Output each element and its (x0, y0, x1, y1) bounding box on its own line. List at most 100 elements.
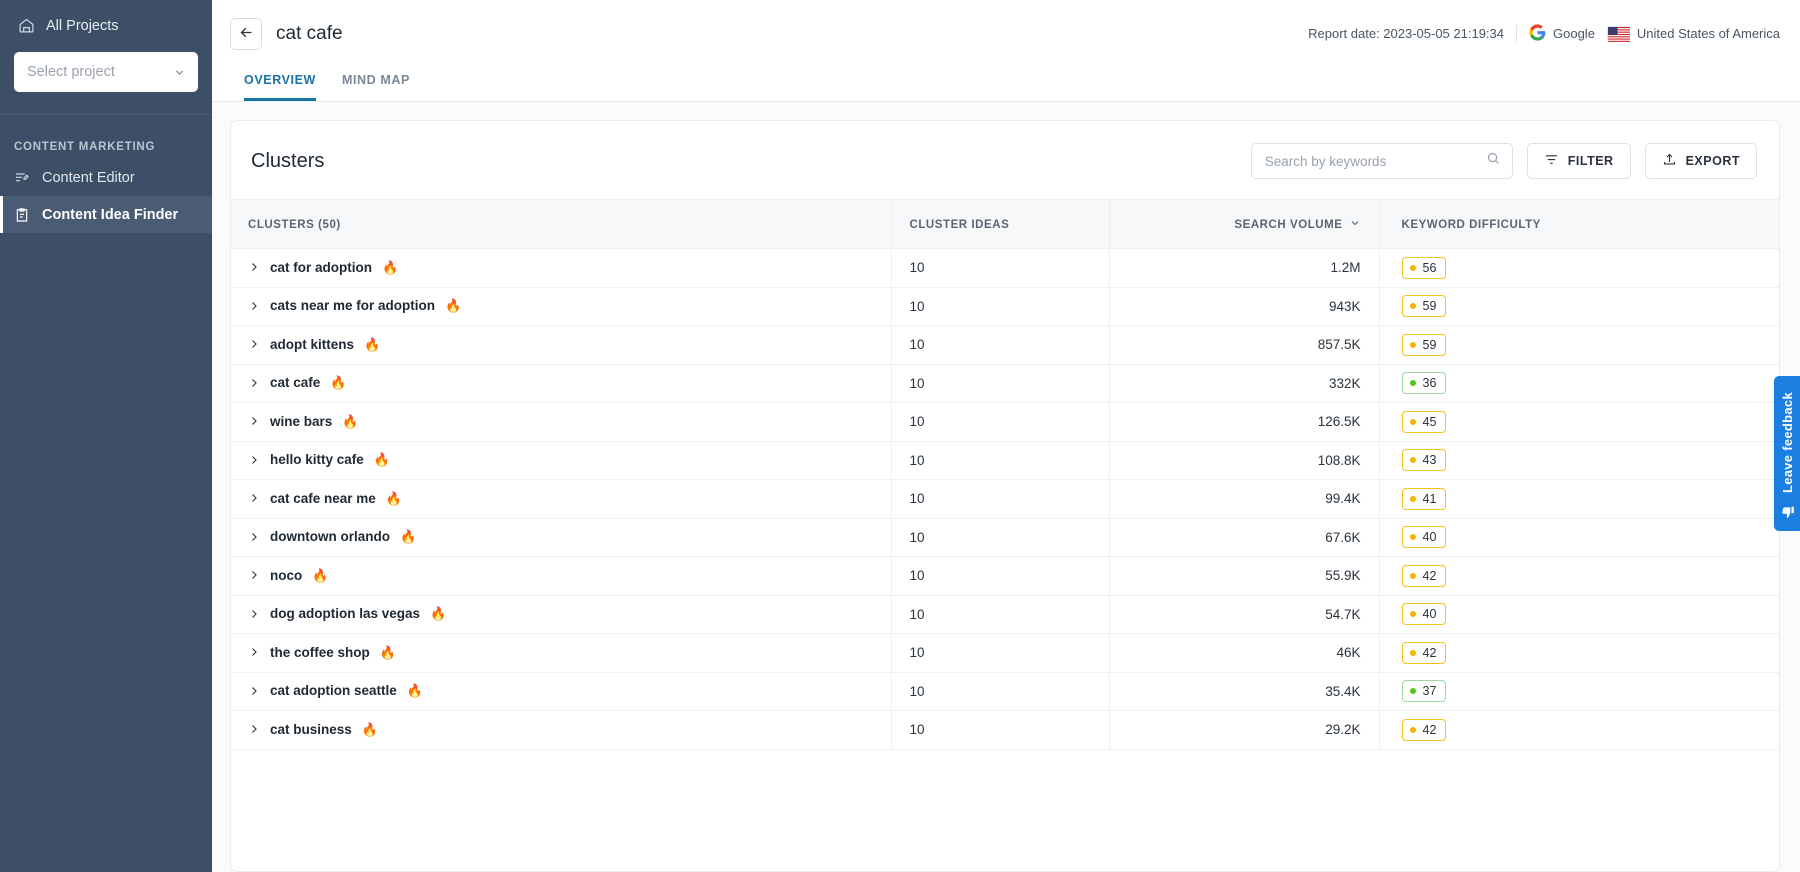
back-button[interactable] (230, 18, 262, 50)
table-row[interactable]: cat cafe near me🔥1099.4K41 (231, 480, 1779, 519)
expand-row-icon[interactable] (248, 492, 260, 504)
expand-row-icon[interactable] (248, 608, 260, 620)
sidebar-item-label: Content Editor (42, 170, 135, 186)
project-select-placeholder: Select project (27, 64, 115, 80)
cell-search-volume: 857.5K (1109, 326, 1379, 365)
cell-keyword-difficulty: 37 (1379, 672, 1779, 711)
sidebar-item-content-idea-finder[interactable]: Content Idea Finder (0, 196, 212, 233)
cell-cluster-ideas: 10 (891, 518, 1109, 557)
kd-badge: 59 (1402, 334, 1447, 356)
export-icon (1662, 152, 1677, 170)
filter-button[interactable]: FILTER (1527, 143, 1631, 179)
divider (1516, 25, 1517, 42)
sidebar-all-projects[interactable]: All Projects (14, 14, 198, 37)
cell-cluster-ideas: 10 (891, 711, 1109, 750)
table-row[interactable]: wine bars🔥10126.5K45 (231, 403, 1779, 442)
leave-feedback-tab[interactable]: Leave feedback (1774, 376, 1800, 531)
trending-icon: 🔥 (400, 530, 416, 543)
top-bar-meta: Report date: 2023-05-05 21:19:34 Google (1308, 24, 1780, 44)
expand-row-icon[interactable] (248, 569, 260, 581)
app-root: All Projects Select project CONTENT MARK… (0, 0, 1800, 872)
cluster-name: cat business (270, 722, 352, 737)
expand-row-icon[interactable] (248, 261, 260, 273)
expand-row-icon[interactable] (248, 723, 260, 735)
expand-row-icon[interactable] (248, 415, 260, 427)
cell-cluster: cat cafe🔥 (231, 364, 891, 403)
table-row[interactable]: adopt kittens🔥10857.5K59 (231, 326, 1779, 365)
kd-value: 40 (1423, 530, 1437, 544)
idea-finder-icon (14, 207, 30, 223)
cell-cluster-ideas: 10 (891, 595, 1109, 634)
cell-search-volume: 126.5K (1109, 403, 1379, 442)
kd-value: 59 (1423, 338, 1437, 352)
tab-mind-map[interactable]: MIND MAP (342, 67, 410, 101)
kd-dot-icon (1410, 611, 1416, 617)
export-label: EXPORT (1686, 154, 1740, 168)
table-row[interactable]: cat for adoption🔥101.2M56 (231, 249, 1779, 288)
cell-cluster: cat for adoption 🔥 (231, 249, 891, 288)
kd-value: 42 (1423, 723, 1437, 737)
kd-value: 56 (1423, 261, 1437, 275)
trending-icon: 🔥 (382, 261, 398, 274)
cell-cluster: hello kitty cafe🔥 (231, 441, 891, 480)
expand-row-icon[interactable] (248, 454, 260, 466)
sidebar-item-content-editor[interactable]: Content Editor (0, 159, 212, 196)
tab-bar: OVERVIEW MIND MAP (230, 67, 1780, 101)
cell-search-volume: 99.4K (1109, 480, 1379, 519)
cell-keyword-difficulty: 42 (1379, 634, 1779, 673)
export-button[interactable]: EXPORT (1645, 143, 1757, 179)
table-row[interactable]: cat cafe🔥10332K36 (231, 364, 1779, 403)
table-row[interactable]: dog adoption las vegas🔥1054.7K40 (231, 595, 1779, 634)
cell-search-volume: 332K (1109, 364, 1379, 403)
table-row[interactable]: downtown orlando🔥1067.6K40 (231, 518, 1779, 557)
cell-search-volume: 55.9K (1109, 557, 1379, 596)
chevron-down-icon (173, 66, 186, 79)
search-box[interactable] (1251, 143, 1513, 179)
cell-search-volume: 29.2K (1109, 711, 1379, 750)
expand-row-icon[interactable] (248, 338, 260, 350)
table-row[interactable]: cat business🔥1029.2K42 (231, 711, 1779, 750)
table-row[interactable]: cats near me for adoption🔥10943K59 (231, 287, 1779, 326)
table-row[interactable]: noco🔥1055.9K42 (231, 557, 1779, 596)
cell-search-volume: 1.2M (1109, 249, 1379, 288)
kd-badge: 43 (1402, 449, 1447, 471)
expand-row-icon[interactable] (248, 377, 260, 389)
expand-row-icon[interactable] (248, 531, 260, 543)
kd-value: 59 (1423, 299, 1437, 313)
cluster-name: cats near me for adoption (270, 298, 435, 313)
table-row[interactable]: cat adoption seattle🔥1035.4K37 (231, 672, 1779, 711)
project-select[interactable]: Select project (14, 52, 198, 92)
cell-cluster-ideas: 10 (891, 441, 1109, 480)
cell-cluster: adopt kittens🔥 (231, 326, 891, 365)
column-search-volume-label: SEARCH VOLUME (1234, 219, 1342, 231)
cell-keyword-difficulty: 56 (1379, 249, 1779, 288)
search-input[interactable] (1265, 154, 1486, 169)
cell-keyword-difficulty: 59 (1379, 287, 1779, 326)
kd-badge: 59 (1402, 295, 1447, 317)
cell-cluster-ideas: 10 (891, 480, 1109, 519)
sidebar-top: All Projects Select project (0, 0, 212, 92)
thumbs-up-icon (1780, 505, 1795, 519)
expand-row-icon[interactable] (248, 646, 260, 658)
expand-row-icon[interactable] (248, 300, 260, 312)
trending-icon: 🔥 (430, 607, 446, 620)
cell-keyword-difficulty: 41 (1379, 480, 1779, 519)
trending-icon: 🔥 (445, 299, 461, 312)
cluster-name: cat for adoption (270, 260, 372, 275)
kd-dot-icon (1410, 534, 1416, 540)
column-search-volume[interactable]: SEARCH VOLUME (1109, 200, 1379, 249)
table-row[interactable]: hello kitty cafe🔥10108.8K43 (231, 441, 1779, 480)
kd-dot-icon (1410, 496, 1416, 502)
cell-cluster: cat cafe near me🔥 (231, 480, 891, 519)
cell-keyword-difficulty: 45 (1379, 403, 1779, 442)
cell-cluster-ideas: 10 (891, 403, 1109, 442)
cell-keyword-difficulty: 40 (1379, 595, 1779, 634)
search-engine-label: Google (1553, 26, 1595, 41)
table-row[interactable]: the coffee shop🔥1046K42 (231, 634, 1779, 673)
cluster-name: adopt kittens (270, 337, 354, 352)
cell-keyword-difficulty: 42 (1379, 557, 1779, 596)
cell-keyword-difficulty: 40 (1379, 518, 1779, 557)
expand-row-icon[interactable] (248, 685, 260, 697)
tab-overview[interactable]: OVERVIEW (244, 67, 316, 101)
kd-value: 42 (1423, 569, 1437, 583)
